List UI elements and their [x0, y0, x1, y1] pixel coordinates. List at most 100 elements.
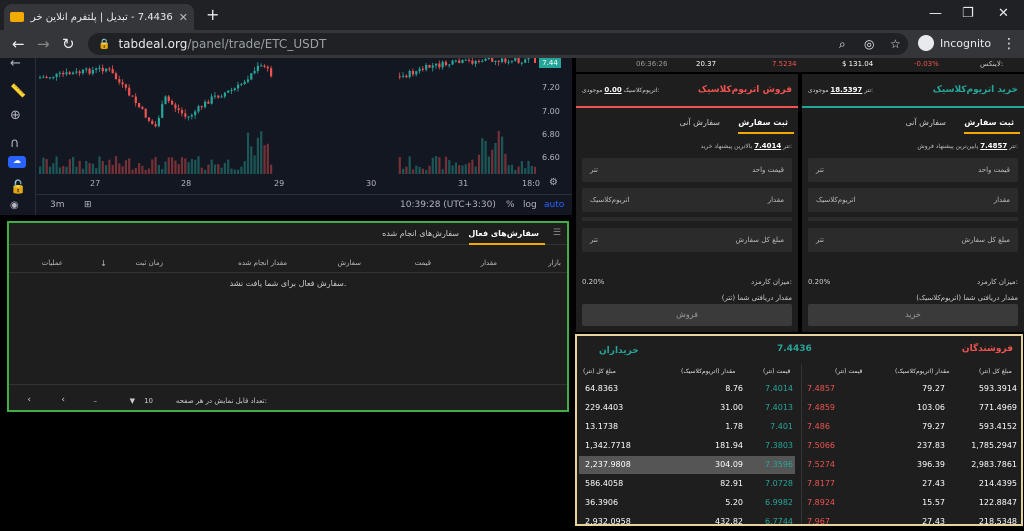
sell-tab-market[interactable]: سفارش آنی: [680, 118, 720, 127]
seller-order-row[interactable]: 7.5066237.831,785.2947: [805, 437, 1019, 455]
date-range-icon[interactable]: ⊞: [84, 200, 92, 210]
volume-bar: [221, 168, 223, 174]
tab-active-orders[interactable]: سفارش‌های فعال: [468, 229, 539, 238]
seller-order-row[interactable]: 7.485779.27593.3914: [805, 380, 1019, 398]
tracking-blocked-icon[interactable]: ◎: [864, 37, 874, 51]
restore-icon[interactable]: ❐: [962, 6, 974, 21]
sell-price-input[interactable]: قیمت واحد تتر: [582, 158, 792, 182]
buy-best-value[interactable]: 7.4857: [980, 142, 1007, 150]
buyer-order-row[interactable]: 2,932.0958432.826.7744: [579, 513, 795, 531]
sort-down-icon[interactable]: ↓: [100, 259, 107, 268]
incognito-icon: [918, 35, 934, 51]
page-size-dropdown-icon[interactable]: ▼: [130, 397, 135, 405]
sell-button[interactable]: فروش: [582, 304, 792, 326]
buyer-order-row[interactable]: 229.440331.007.4013: [579, 399, 795, 417]
sell-tab-limit[interactable]: ثبت سفارش: [738, 118, 788, 127]
buy-amount-slider[interactable]: [808, 217, 1018, 221]
minimize-icon[interactable]: —: [929, 6, 942, 21]
volume-bar: [115, 156, 117, 174]
buyer-order-row[interactable]: 1,342.7718181.947.3803: [579, 437, 795, 455]
incognito-indicator[interactable]: Incognito: [918, 35, 991, 51]
buy-amount-input[interactable]: مقدار اتریوم‌کلاسیک: [808, 188, 1018, 212]
chart-clock: 10:39:28 (UTC+3:30): [400, 200, 496, 210]
browser-tab[interactable]: 7.4436 - تبدیل | پلتفرم آنلاین خرید ✕: [4, 4, 194, 30]
volume-bar: [135, 168, 137, 174]
volume-bar: [240, 167, 242, 174]
seller-order-row[interactable]: 7.892415.57122.8847: [805, 494, 1019, 512]
sell-balance-value[interactable]: 0.00: [604, 86, 621, 94]
buyer-order-row[interactable]: 64.83638.767.4014: [579, 380, 795, 398]
volume-bar: [438, 157, 440, 174]
buyer-total: 13.1738: [585, 422, 618, 431]
new-tab-icon[interactable]: +: [206, 5, 219, 24]
volume-bar: [194, 160, 196, 174]
sell-amount-input[interactable]: مقدار اتریوم‌کلاسیک: [582, 188, 792, 212]
zoom-icon[interactable]: ⌕: [839, 37, 846, 52]
buy-balance-value[interactable]: 18.5397: [830, 86, 862, 94]
prev-page-icon[interactable]: ‹: [27, 395, 31, 405]
seller-total: 122.8847: [979, 498, 1017, 507]
next-page-icon[interactable]: ‹: [61, 395, 65, 405]
volume-bar: [82, 169, 84, 174]
eye-icon[interactable]: ◉: [10, 200, 19, 211]
buyer-price: 7.4014: [765, 384, 793, 393]
sell-total-input[interactable]: مبلغ کل سفارش تتر: [582, 228, 792, 252]
zoom-in-icon[interactable]: ⊕: [10, 108, 21, 123]
buy-total-input[interactable]: مبلغ کل سفارش تتر: [808, 228, 1018, 252]
reload-icon[interactable]: ↻: [62, 35, 75, 53]
back-icon[interactable]: ←: [12, 35, 25, 53]
candle-body: [488, 58, 490, 59]
forward-icon[interactable]: →: [37, 35, 50, 53]
candle-body: [188, 116, 190, 117]
auto-toggle[interactable]: auto: [544, 200, 564, 210]
arrow-left-icon[interactable]: ←: [10, 56, 21, 71]
buy-button[interactable]: خرید: [808, 304, 1018, 326]
volume-bar: [46, 159, 48, 174]
chart-settings-icon[interactable]: ⚙: [549, 177, 558, 188]
buy-tab-underline: [964, 132, 1020, 134]
candle-body: [72, 73, 74, 75]
sell-best-value[interactable]: 7.4014: [754, 142, 781, 150]
buyer-total: 2,932.0958: [585, 517, 631, 526]
seller-order-row[interactable]: 7.4859103.06771.4969: [805, 399, 1019, 417]
url-field[interactable]: 🔒 tabdeal.org/panel/trade/ETC_USDT: [88, 33, 908, 55]
seller-order-row[interactable]: 7.817727.43214.4395: [805, 475, 1019, 493]
cloud-icon[interactable]: ☁: [8, 156, 26, 168]
lock-drawings-icon[interactable]: 🔓: [10, 180, 26, 195]
seller-price: 7.486: [807, 422, 830, 431]
volume-bar: [448, 160, 450, 174]
price-chart[interactable]: ← 📏 ⊕ ∩ ☁ 🔓 ◉ 7.20 7.00 6.80 6.60 7.44 2…: [0, 58, 572, 215]
candle-body: [56, 74, 58, 77]
menu-lines-icon[interactable]: ☰: [553, 228, 561, 238]
buyer-total: 36.3906: [585, 498, 618, 507]
buy-receive-label: مقدار دریافتی شما (اتریوم‌کلاسیک): [916, 294, 1018, 302]
close-window-icon[interactable]: ✕: [998, 6, 1009, 21]
buyer-order-row[interactable]: 13.17381.787.401: [579, 418, 795, 436]
browser-menu-icon[interactable]: ⋮: [1002, 36, 1016, 52]
buyer-order-row[interactable]: 2,237.9808304.097.3596: [579, 456, 795, 474]
buy-tab-limit[interactable]: ثبت سفارش: [964, 118, 1014, 127]
ruler-icon[interactable]: 📏: [10, 84, 26, 99]
buyer-order-row[interactable]: 586.405882.917.0728: [579, 475, 795, 493]
seller-order-row[interactable]: 7.5274396.392,983.7861: [805, 456, 1019, 474]
volume-bar: [59, 167, 61, 174]
tab-done-orders[interactable]: سفارش‌های انجام شده: [382, 229, 459, 238]
column-time[interactable]: زمان ثبت: [135, 259, 163, 267]
buyer-order-row[interactable]: 36.39065.206.9982: [579, 494, 795, 512]
field-label: مقدار: [994, 196, 1010, 204]
magnet-icon[interactable]: ∩: [10, 136, 20, 151]
sell-amount-slider[interactable]: [582, 217, 792, 221]
buy-price-input[interactable]: قیمت واحد تتر: [808, 158, 1018, 182]
bookmark-star-icon[interactable]: ☆: [890, 37, 901, 51]
close-tab-icon[interactable]: ✕: [179, 11, 188, 24]
candle-body: [399, 76, 401, 77]
volume-bar: [514, 170, 516, 174]
page-size-value[interactable]: 10: [144, 397, 153, 405]
buy-best-ask: تتر 7.4857 پایین‌ترین پیشنهاد فروش:: [917, 142, 1018, 150]
seller-order-row[interactable]: 7.96727.43218.5348: [805, 513, 1019, 531]
percent-toggle[interactable]: %: [506, 200, 515, 210]
seller-order-row[interactable]: 7.48679.27593.4152: [805, 418, 1019, 436]
log-toggle[interactable]: log: [523, 200, 537, 210]
buy-tab-market[interactable]: سفارش آنی: [906, 118, 946, 127]
interval-button[interactable]: 3m: [50, 200, 65, 210]
